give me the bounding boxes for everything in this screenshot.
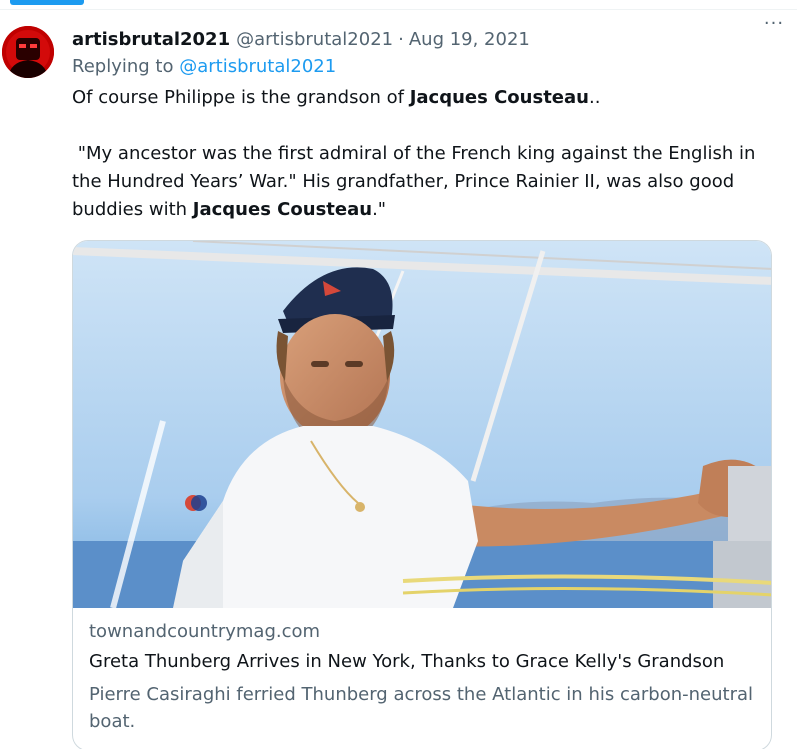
tweet-content: artisbrutal2021 @artisbrutal2021 · Aug 1… xyxy=(72,26,782,224)
replying-to: Replying to @artisbrutal2021 xyxy=(72,56,782,80)
user-handle[interactable]: @artisbrutal2021 xyxy=(236,29,393,50)
text-segment: Of course Philippe is the grandson of xyxy=(72,87,410,108)
tweet-paragraph-2: "My ancestor was the first admiral of th… xyxy=(72,140,782,224)
replying-to-label: Replying to xyxy=(72,56,180,77)
card-domain: townandcountrymag.com xyxy=(89,621,321,642)
card-text: townandcountrymag.com Greta Thunberg Arr… xyxy=(89,621,757,735)
replying-to-mention[interactable]: @artisbrutal2021 xyxy=(179,56,336,77)
text-segment: "My ancestor was the first admiral of th… xyxy=(72,143,762,220)
text-segment: .. xyxy=(588,87,601,108)
text-segment: ." xyxy=(372,199,387,220)
card-title[interactable]: Greta Thunberg Arrives in New York, Than… xyxy=(89,651,757,679)
top-divider xyxy=(0,0,797,10)
bold-text-segment: Jacques Cousteau xyxy=(409,87,589,108)
more-options-button[interactable]: ··· xyxy=(759,10,789,36)
display-name[interactable]: artisbrutal2021 xyxy=(72,29,230,50)
separator-dot: · xyxy=(398,28,404,50)
tweet-text: Of course Philippe is the grandson of Ja… xyxy=(72,84,782,224)
more-horizontal-icon: ··· xyxy=(763,12,785,34)
bold-text-segment: Jacques Cousteau xyxy=(192,199,373,220)
avatar[interactable] xyxy=(2,26,54,78)
tweet-date[interactable]: Aug 19, 2021 xyxy=(409,29,530,50)
tweet[interactable]: artisbrutal2021 @artisbrutal2021 · Aug 1… xyxy=(0,10,797,749)
tweet-header: artisbrutal2021 @artisbrutal2021 · Aug 1… xyxy=(72,26,782,52)
active-tab-indicator xyxy=(10,0,84,5)
link-preview-card[interactable]: townandcountrymag.com Greta Thunberg Arr… xyxy=(72,240,772,749)
card-description: Pierre Casiraghi ferried Thunberg across… xyxy=(89,684,753,732)
card-image[interactable] xyxy=(73,241,771,608)
tweet-paragraph-1: Of course Philippe is the grandson of Ja… xyxy=(72,84,782,112)
